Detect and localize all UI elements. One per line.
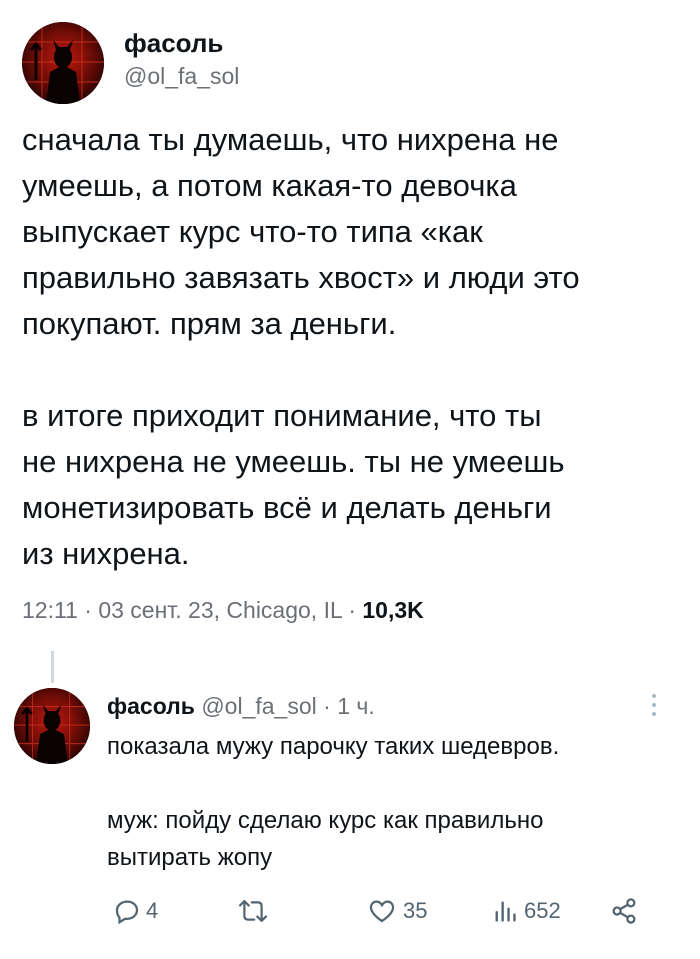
reply-avatar[interactable] xyxy=(14,688,90,764)
tweet-location[interactable]: Chicago, IL xyxy=(226,597,342,623)
devil-avatar-image xyxy=(14,688,90,764)
views-action[interactable]: 652 xyxy=(492,896,561,926)
avatar[interactable] xyxy=(22,22,104,104)
retweet-action[interactable] xyxy=(237,896,269,926)
reply-count: 4 xyxy=(146,898,159,923)
author-handle[interactable]: @ol_fa_sol xyxy=(124,63,239,90)
meta-separator: · xyxy=(84,597,92,623)
thread-line xyxy=(51,651,54,683)
like-action[interactable]: 35 xyxy=(367,896,427,926)
heart-icon xyxy=(369,900,395,923)
reply-body: показала мужу парочку таких шедевров. му… xyxy=(107,728,687,876)
share-icon xyxy=(612,898,636,924)
reply-time[interactable]: 1 ч. xyxy=(337,693,375,719)
tweet-date[interactable]: 03 сент. 23 xyxy=(98,597,213,623)
reply-author-name[interactable]: фасоль xyxy=(107,693,195,719)
reply-author-handle[interactable]: @ol_fa_sol xyxy=(201,693,316,719)
reply-paragraph: показала мужу парочку таких шедевров. xyxy=(107,733,560,760)
tweet-meta: 12:11 · 03 сент. 23, Chicago, IL · 10,3K xyxy=(22,597,424,623)
meta-separator: · xyxy=(348,597,356,623)
devil-avatar-image xyxy=(22,22,104,104)
share-action[interactable] xyxy=(609,896,639,926)
tweet-paragraph: сначала ты думаешь, что нихрена не умееш… xyxy=(22,122,580,341)
more-vertical-icon[interactable] xyxy=(648,692,660,720)
reply-header: фасоль @ol_fa_sol · 1 ч. xyxy=(107,693,375,720)
retweet-icon xyxy=(238,900,268,922)
tweet-body: сначала ты думаешь, что нихрена не умееш… xyxy=(22,117,682,577)
tweet-time[interactable]: 12:11 xyxy=(22,597,78,623)
comment-icon xyxy=(115,900,139,925)
view-count[interactable]: 10,3K xyxy=(362,597,423,623)
tweet-paragraph: в итоге приходит понимание, что ты не ни… xyxy=(22,398,565,571)
reply-paragraph: муж: пойду сделаю курс как правильно выт… xyxy=(107,807,544,871)
views-count: 652 xyxy=(524,898,561,923)
author-name[interactable]: фасоль xyxy=(124,28,223,59)
like-count: 35 xyxy=(403,898,428,923)
reply-action[interactable]: 4 xyxy=(112,896,158,926)
meta-separator: · xyxy=(323,693,331,719)
analytics-icon xyxy=(495,901,516,922)
